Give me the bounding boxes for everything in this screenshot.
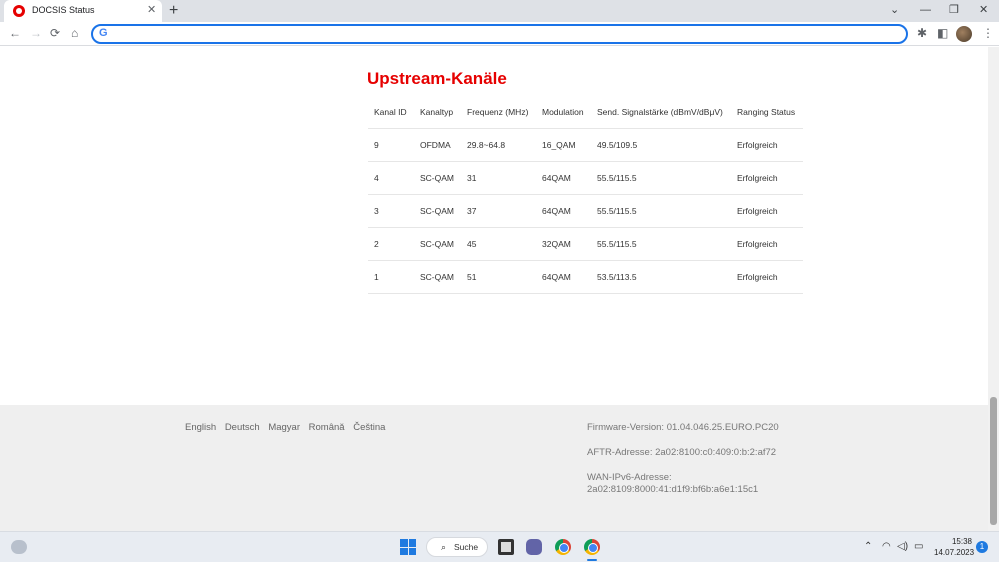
taskbar-clock[interactable]: 15:38 14.07.2023 xyxy=(934,536,975,558)
active-app-indicator xyxy=(587,559,597,561)
clock-date: 14.07.2023 xyxy=(934,548,975,557)
minimize-button[interactable]: — xyxy=(920,3,931,17)
table-cell: 64QAM xyxy=(536,194,591,228)
language-selector: English Deutsch Magyar Română Čeština xyxy=(185,422,391,433)
table-cell: 32QAM xyxy=(536,227,591,261)
language-link-deutsch[interactable]: Deutsch xyxy=(225,422,260,433)
windows-start-icon[interactable] xyxy=(400,539,416,555)
table-row: 4 SC-QAM 31 64QAM 55.5/115.5 Erfolgreich xyxy=(368,161,803,195)
column-header: Frequenz (MHz) xyxy=(461,97,536,129)
table-cell: SC-QAM xyxy=(414,161,461,195)
file-explorer-icon[interactable] xyxy=(498,539,514,555)
extensions-icon[interactable]: ✱ xyxy=(917,26,927,40)
aftr-address: AFTR-Adresse: 2a02:8100:c0:409:0:b:2:af7… xyxy=(587,447,777,458)
wan-ipv6-label: WAN-IPv6-Adresse: xyxy=(587,472,672,483)
table-row: 9 OFDMA 29.8~64.8 16_QAM 49.5/109.5 Erfo… xyxy=(368,128,803,162)
forward-button[interactable]: → xyxy=(30,26,42,40)
volume-icon[interactable]: ◁) xyxy=(897,541,908,553)
google-icon: G xyxy=(99,27,108,39)
table-cell: Erfolgreich xyxy=(731,260,803,294)
table-row: 3 SC-QAM 37 64QAM 55.5/115.5 Erfolgreich xyxy=(368,194,803,228)
table-cell: 3 xyxy=(368,194,414,228)
table-cell: 55.5/115.5 xyxy=(591,161,731,195)
chrome-active-icon[interactable] xyxy=(584,539,600,555)
table-cell: 31 xyxy=(461,161,536,195)
table-cell: OFDMA xyxy=(414,128,461,162)
table-cell: 9 xyxy=(368,128,414,162)
table-cell: 64QAM xyxy=(536,260,591,294)
table-cell: 49.5/109.5 xyxy=(591,128,731,162)
tab-search-chevron-icon[interactable]: ⌄ xyxy=(890,3,899,17)
language-link-cestina[interactable]: Čeština xyxy=(353,422,385,433)
reload-button[interactable]: ⟳ xyxy=(50,26,60,40)
column-header: Kanaltyp xyxy=(414,97,461,129)
browser-toolbar: ← → ⟳ ⌂ G ✱ ◧ ⋮ xyxy=(0,22,999,46)
table-cell: 2 xyxy=(368,227,414,261)
column-header: Modulation xyxy=(536,97,591,129)
table-cell: SC-QAM xyxy=(414,260,461,294)
weather-widget-icon[interactable] xyxy=(11,540,27,554)
battery-icon[interactable]: ▭ xyxy=(914,541,923,553)
table-row: 1 SC-QAM 51 64QAM 53.5/113.5 Erfolgreich xyxy=(368,260,803,294)
table-cell: 55.5/115.5 xyxy=(591,227,731,261)
table-cell: 53.5/113.5 xyxy=(591,260,731,294)
tab-close-icon[interactable]: ✕ xyxy=(147,3,156,17)
language-link-english[interactable]: English xyxy=(185,422,216,433)
wifi-icon[interactable]: ◠ xyxy=(882,541,891,553)
tab-strip: DOCSIS Status ✕ + ⌄ — ❐ ✕ xyxy=(0,0,999,22)
page-footer: English Deutsch Magyar Română Čeština Fi… xyxy=(0,405,988,531)
column-header: Kanal ID xyxy=(368,97,414,129)
side-panel-icon[interactable]: ◧ xyxy=(937,26,948,40)
address-input[interactable] xyxy=(113,26,893,42)
table-cell: 1 xyxy=(368,260,414,294)
restore-button[interactable]: ❐ xyxy=(949,3,959,17)
home-button[interactable]: ⌂ xyxy=(71,26,78,40)
language-link-magyar[interactable]: Magyar xyxy=(268,422,300,433)
table-cell: 51 xyxy=(461,260,536,294)
page-content: Upstream-Kanäle Kanal ID Kanaltyp Freque… xyxy=(0,47,988,405)
table-cell: 4 xyxy=(368,161,414,195)
windows-taskbar: ⌕ Suche ⌃ ◠ ◁) ▭ 15:38 14.07.2023 1 xyxy=(0,531,999,562)
tab-title: DOCSIS Status xyxy=(32,5,95,15)
page-scrollbar[interactable] xyxy=(988,47,999,531)
upstream-channels-table: Kanal ID Kanaltyp Frequenz (MHz) Modulat… xyxy=(368,97,803,294)
close-window-button[interactable]: ✕ xyxy=(979,3,988,17)
wan-ipv6-address: 2a02:8109:8000:41:d1f9:bf6b:a6e1:15c1 xyxy=(587,484,759,495)
upstream-section-title: Upstream-Kanäle xyxy=(367,69,507,88)
table-cell: Erfolgreich xyxy=(731,227,803,261)
table-header-row: Kanal ID Kanaltyp Frequenz (MHz) Modulat… xyxy=(368,97,803,129)
address-bar[interactable]: G xyxy=(91,24,908,44)
scrollbar-thumb[interactable] xyxy=(990,397,997,525)
search-icon: ⌕ xyxy=(441,542,447,552)
profile-avatar[interactable] xyxy=(956,26,972,42)
table-cell: SC-QAM xyxy=(414,194,461,228)
tab-docsis-status[interactable]: DOCSIS Status ✕ xyxy=(4,0,162,22)
taskbar-search-button[interactable]: ⌕ Suche xyxy=(426,537,488,557)
column-header: Send. Signalstärke (dBmV/dBμV) xyxy=(591,97,731,129)
table-cell: 55.5/115.5 xyxy=(591,194,731,228)
language-link-romana[interactable]: Română xyxy=(309,422,345,433)
vodafone-favicon-icon xyxy=(13,5,25,17)
tray-overflow-chevron-icon[interactable]: ⌃ xyxy=(864,541,872,553)
new-tab-button[interactable]: + xyxy=(169,1,178,21)
table-cell: 29.8~64.8 xyxy=(461,128,536,162)
column-header: Ranging Status xyxy=(731,97,803,129)
back-button[interactable]: ← xyxy=(9,26,21,40)
table-cell: Erfolgreich xyxy=(731,128,803,162)
table-cell: 45 xyxy=(461,227,536,261)
teams-chat-icon[interactable] xyxy=(526,539,542,555)
table-row: 2 SC-QAM 45 32QAM 55.5/115.5 Erfolgreich xyxy=(368,227,803,261)
chrome-menu-icon[interactable]: ⋮ xyxy=(982,26,994,40)
notification-badge[interactable]: 1 xyxy=(976,541,988,553)
table-cell: Erfolgreich xyxy=(731,194,803,228)
taskbar-search-label: Suche xyxy=(454,542,479,552)
table-cell: SC-QAM xyxy=(414,227,461,261)
table-cell: 37 xyxy=(461,194,536,228)
table-cell: 64QAM xyxy=(536,161,591,195)
clock-time: 15:38 xyxy=(951,537,972,546)
chrome-icon[interactable] xyxy=(555,539,571,555)
table-cell: Erfolgreich xyxy=(731,161,803,195)
table-cell: 16_QAM xyxy=(536,128,591,162)
firmware-version: Firmware-Version: 01.04.046.25.EURO.PC20 xyxy=(587,422,779,433)
